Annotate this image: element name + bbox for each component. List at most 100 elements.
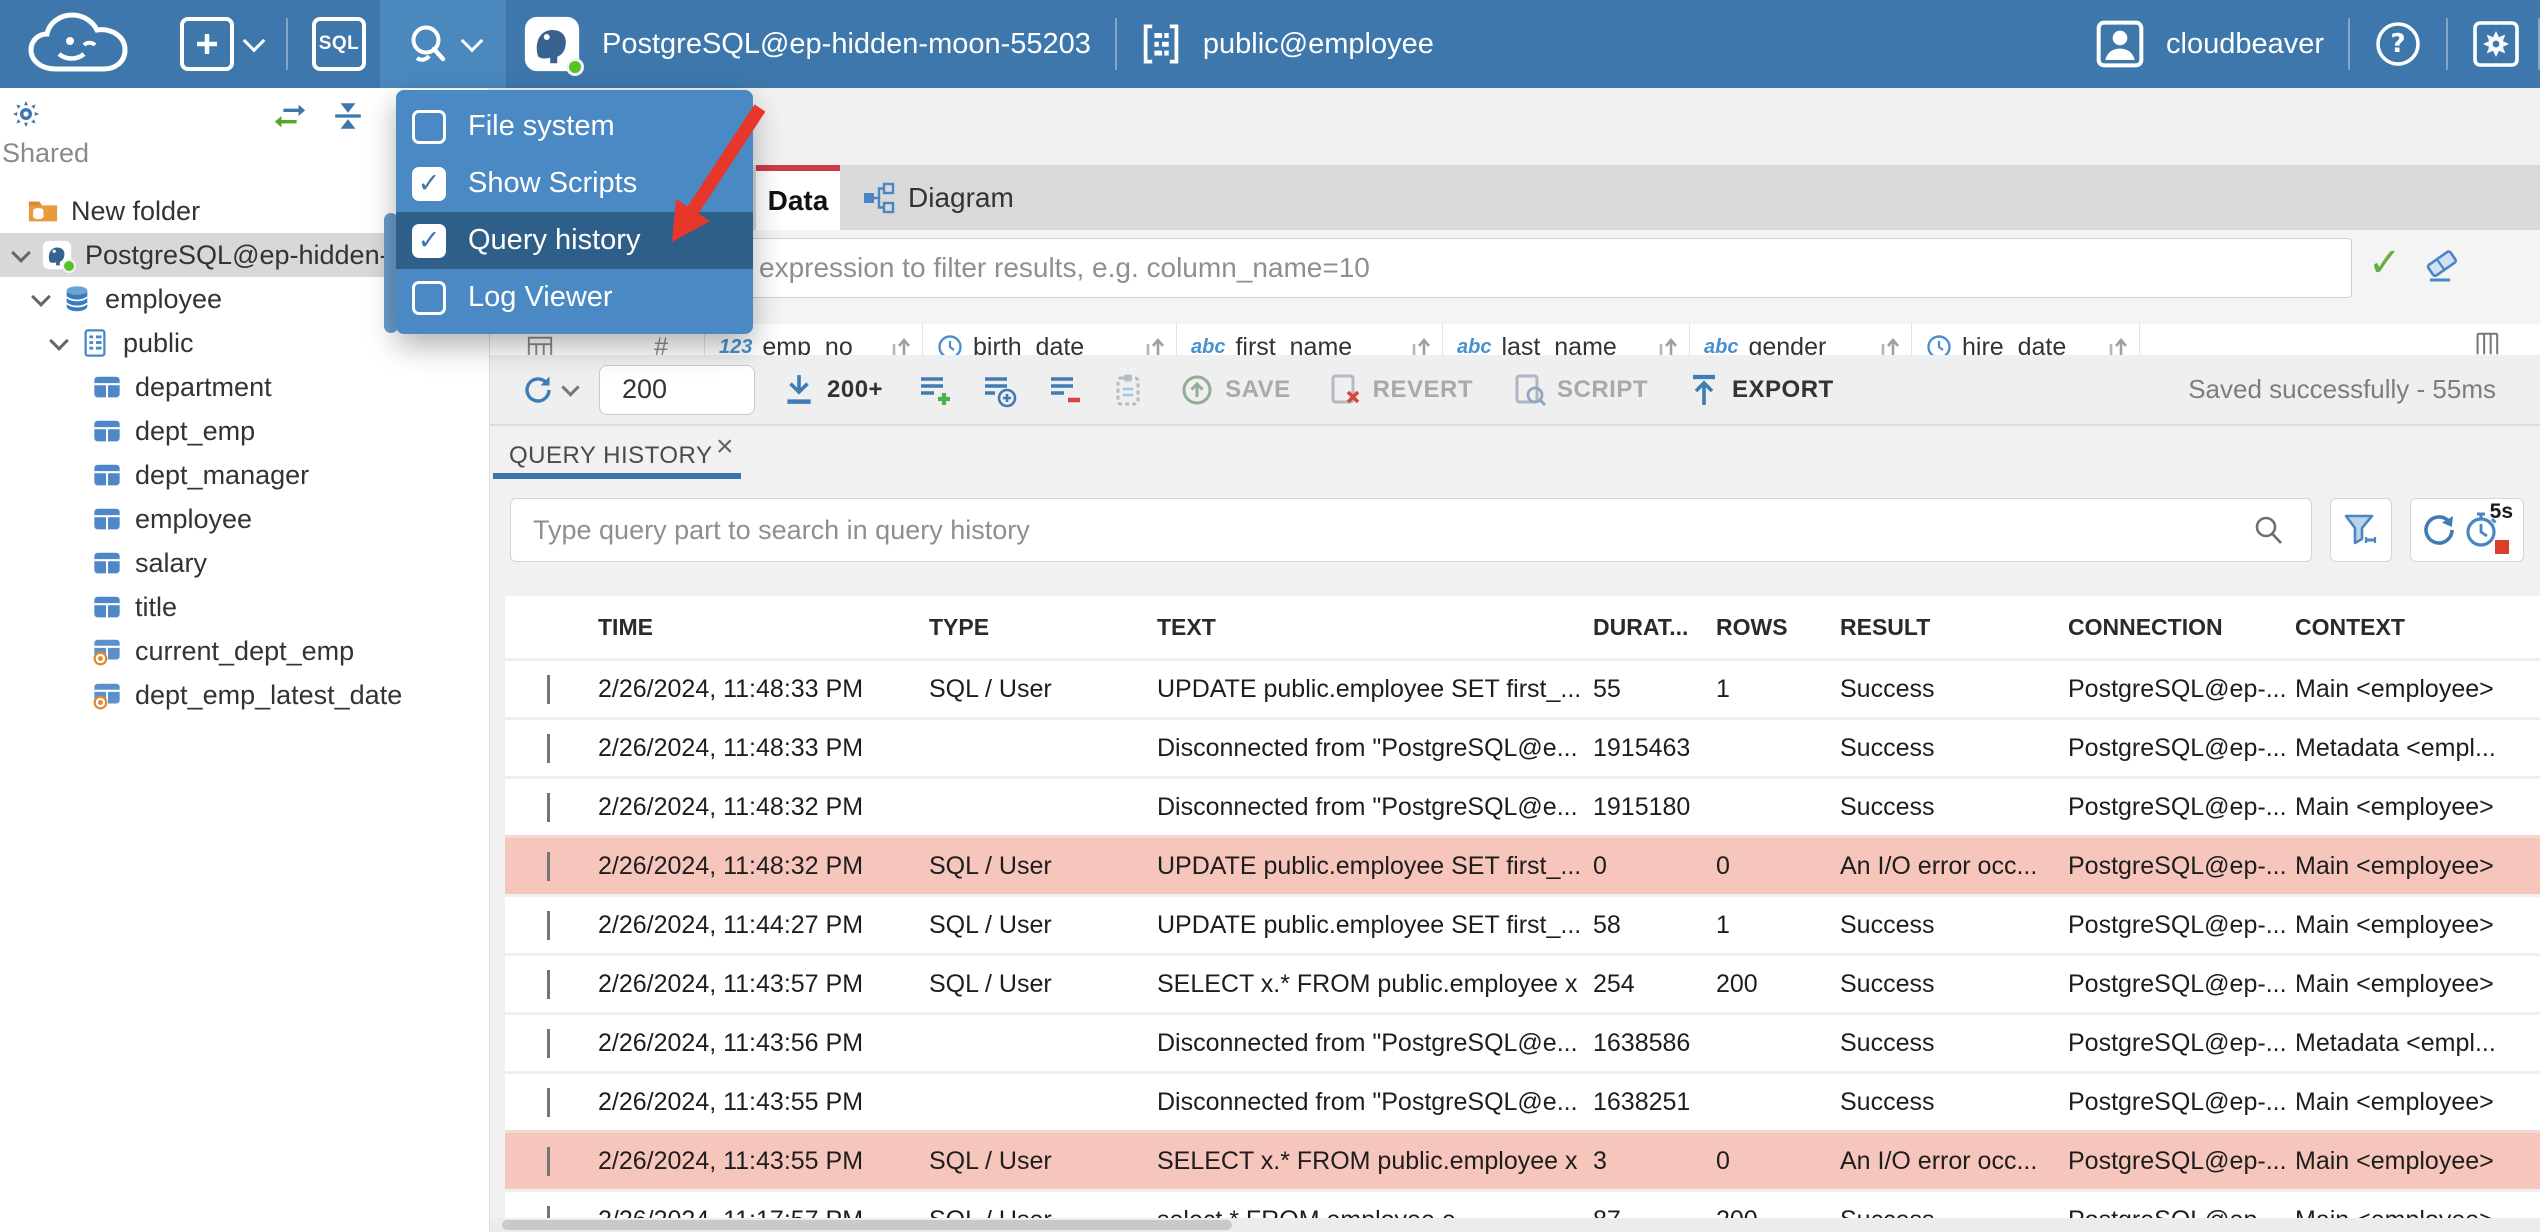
- history-cell-text: Disconnected from "PostgreSQL@e...: [1157, 1028, 1578, 1057]
- chevron-down-icon[interactable]: [28, 287, 54, 307]
- chevron-down-icon[interactable]: [46, 331, 72, 351]
- sort-icon[interactable]: [1877, 334, 1901, 355]
- history-scrollbar-thumb[interactable]: [502, 1220, 1232, 1230]
- export-button[interactable]: EXPORT: [1686, 372, 1834, 408]
- fetch-more-button[interactable]: 200+: [781, 372, 883, 408]
- duplicate-row-button[interactable]: [981, 372, 1017, 408]
- sql-editor-button[interactable]: SQL: [312, 17, 366, 71]
- history-row[interactable]: 2/26/2024, 11:43:55 PM Disconnected from …: [505, 1071, 2540, 1130]
- history-column-header[interactable]: TEXT: [1157, 614, 1593, 641]
- connection-status-dot: [566, 58, 584, 76]
- connection-selector[interactable]: PostgreSQL@ep-hidden-moon-55203: [524, 16, 1091, 76]
- paste-button[interactable]: [1111, 372, 1147, 408]
- sync-connection-icon[interactable]: [272, 100, 308, 137]
- history-row[interactable]: 2/26/2024, 11:48:32 PM SQL / User UPDATE p…: [505, 835, 2540, 894]
- navigator-settings-button[interactable]: [8, 98, 44, 135]
- menu-item-show-scripts[interactable]: ✓ Show Scripts: [396, 155, 753, 212]
- chevron-down-icon[interactable]: [8, 243, 34, 263]
- grid-column-birth_date[interactable]: birth_date: [923, 324, 1177, 355]
- checkbox-checked-icon[interactable]: ✓: [412, 223, 446, 258]
- history-filter-button[interactable]: [2330, 498, 2392, 562]
- history-column-header[interactable]: DURAT...: [1593, 614, 1716, 641]
- chevron-down-icon[interactable]: [547, 733, 550, 763]
- grid-column-last_name[interactable]: abc last_name: [1443, 324, 1690, 355]
- history-column-header[interactable]: TYPE: [929, 614, 1157, 641]
- save-button[interactable]: SAVE: [1179, 372, 1291, 408]
- menu-item-query-history[interactable]: ✓ Query history: [396, 212, 753, 269]
- history-row[interactable]: 2/26/2024, 11:43:57 PM SQL / User SELECT x…: [505, 953, 2540, 1012]
- cloudbeaver-logo-icon[interactable]: [26, 11, 130, 77]
- grid-column-hire_date[interactable]: hire_date: [1912, 324, 2140, 355]
- history-column-header[interactable]: RESULT: [1840, 614, 2068, 641]
- sort-icon[interactable]: [1408, 334, 1432, 355]
- delete-row-button[interactable]: [1047, 372, 1083, 408]
- history-row[interactable]: 2/26/2024, 11:48:33 PM SQL / User UPDATE p…: [505, 658, 2540, 717]
- collapse-all-icon[interactable]: [330, 100, 366, 137]
- tree-item-department[interactable]: department: [0, 365, 489, 409]
- tree-item-employee[interactable]: employee: [0, 497, 489, 541]
- row-limit-input[interactable]: [599, 364, 755, 415]
- history-row[interactable]: 2/26/2024, 11:48:32 PM Disconnected from …: [505, 776, 2540, 835]
- topbar: SQL PostgreSQL@ep-hidden-moon-55203 publ…: [0, 0, 2540, 88]
- chevron-down-icon[interactable]: [547, 674, 550, 704]
- close-icon[interactable]: ×: [716, 430, 734, 464]
- chevron-down-icon[interactable]: [547, 1146, 550, 1176]
- history-row[interactable]: 2/26/2024, 11:43:55 PM SQL / User SELECT x…: [505, 1130, 2540, 1189]
- sort-icon[interactable]: [888, 334, 912, 355]
- history-scrollbar-track[interactable]: [490, 1218, 2540, 1232]
- chevron-down-icon[interactable]: [547, 910, 550, 940]
- query-history-search-input[interactable]: [510, 498, 2312, 562]
- tools-menu-chevron-icon[interactable]: [460, 29, 484, 53]
- tools-menu-button[interactable]: [380, 0, 506, 88]
- refresh-chevron-icon[interactable]: [561, 378, 580, 397]
- clear-filter-eraser-icon[interactable]: [2420, 244, 2464, 288]
- grid-column-gender[interactable]: abc gender: [1690, 324, 1912, 355]
- sort-icon[interactable]: [2105, 334, 2129, 355]
- tree-item-title[interactable]: title: [0, 585, 489, 629]
- chevron-down-icon[interactable]: [547, 969, 550, 999]
- history-column-header[interactable]: CONNECTION: [2068, 614, 2295, 641]
- tree-item-current-dept-emp[interactable]: current_dept_emp: [0, 629, 489, 673]
- revert-button[interactable]: REVERT: [1327, 372, 1473, 408]
- tab-diagram[interactable]: Diagram: [852, 165, 1024, 230]
- refresh-button[interactable]: [520, 372, 580, 408]
- auto-refresh-timer-icon[interactable]: 5s: [2459, 500, 2513, 558]
- schema-selector[interactable]: public@employee: [1141, 22, 1434, 66]
- new-connection-chevron-icon[interactable]: [242, 29, 266, 53]
- tree-item-dept-emp[interactable]: dept_emp: [0, 409, 489, 453]
- chevron-down-icon[interactable]: [547, 792, 550, 822]
- checkbox-unchecked-icon[interactable]: [412, 109, 446, 144]
- sort-icon[interactable]: [1142, 334, 1166, 355]
- chevron-down-icon[interactable]: [547, 851, 550, 881]
- sort-icon[interactable]: [1655, 334, 1679, 355]
- history-column-header[interactable]: CONTEXT: [2295, 614, 2540, 641]
- history-row[interactable]: 2/26/2024, 11:44:27 PM SQL / User UPDATE p…: [505, 894, 2540, 953]
- history-column-header[interactable]: ROWS: [1716, 614, 1840, 641]
- checkbox-unchecked-icon[interactable]: [412, 280, 446, 315]
- grid-columns-settings[interactable]: [2140, 324, 2540, 355]
- apply-filter-check-icon[interactable]: ✓: [2368, 240, 2402, 286]
- checkbox-checked-icon[interactable]: ✓: [412, 166, 446, 201]
- filter-expression-input[interactable]: [502, 238, 2352, 298]
- add-row-button[interactable]: [917, 372, 953, 408]
- tab-data[interactable]: Data: [756, 165, 840, 230]
- script-button[interactable]: SCRIPT: [1511, 372, 1648, 408]
- user-menu-button[interactable]: cloudbeaver: [2096, 20, 2324, 68]
- chevron-down-icon[interactable]: [547, 1087, 550, 1117]
- tab-query-history[interactable]: QUERY HISTORY: [509, 442, 712, 470]
- history-row[interactable]: 2/26/2024, 11:48:33 PM Disconnected from …: [505, 717, 2540, 776]
- grid-column-first_name[interactable]: abc first_name: [1177, 324, 1443, 355]
- menu-item-file-system[interactable]: File system: [396, 98, 753, 155]
- columns-icon[interactable]: [2472, 330, 2500, 356]
- history-refresh-button[interactable]: 5s: [2410, 498, 2524, 562]
- tree-item-dept-manager[interactable]: dept_manager: [0, 453, 489, 497]
- menu-item-log-viewer[interactable]: Log Viewer: [396, 269, 753, 326]
- tree-item-salary[interactable]: salary: [0, 541, 489, 585]
- history-row[interactable]: 2/26/2024, 11:43:56 PM Disconnected from …: [505, 1012, 2540, 1071]
- help-button[interactable]: ?: [2374, 20, 2422, 68]
- settings-button[interactable]: [2472, 20, 2520, 68]
- new-connection-button[interactable]: [180, 17, 234, 71]
- tree-item-dept-emp-latest-date[interactable]: dept_emp_latest_date: [0, 673, 489, 717]
- history-column-header[interactable]: TIME: [598, 614, 929, 641]
- chevron-down-icon[interactable]: [547, 1028, 550, 1058]
